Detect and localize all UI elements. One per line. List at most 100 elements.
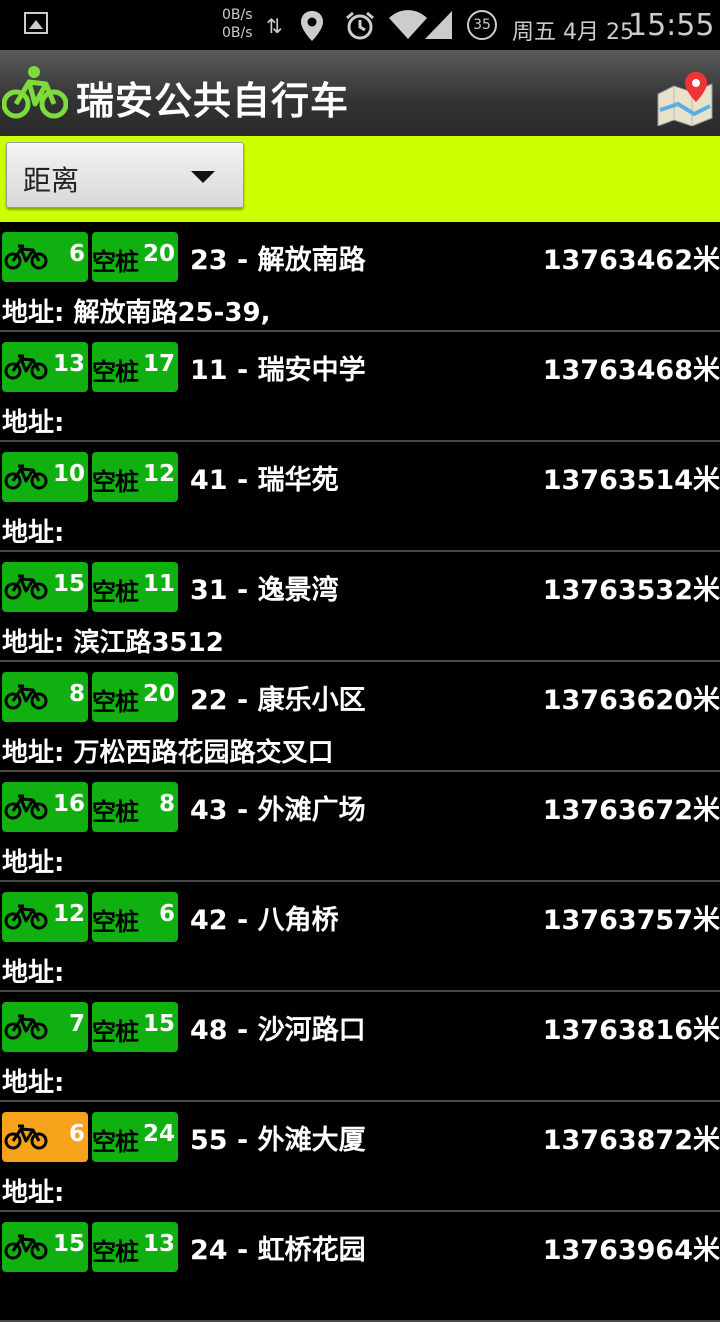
station-row[interactable]: 16 空桩 8 43 - 外滩广场 13763672米 地址:: [0, 772, 720, 882]
station-distance: 13763757米: [542, 905, 720, 936]
docks-available-badge: 空桩 24: [92, 1112, 178, 1162]
docks-available-badge: 空桩 13: [92, 1222, 178, 1272]
docks-available-badge: 空桩 12: [92, 452, 178, 502]
bikes-available-badge: 15: [2, 562, 88, 612]
station-row[interactable]: 13 空桩 17 11 - 瑞安中学 13763468米 地址:: [0, 332, 720, 442]
station-name: 55 - 外滩大厦: [190, 1125, 366, 1156]
station-row[interactable]: 6 空桩 20 23 - 解放南路 13763462米 地址: 解放南路25-3…: [0, 222, 720, 332]
station-name: 42 - 八角桥: [190, 905, 339, 936]
bicycle-icon: [4, 244, 48, 270]
net-up: 0B/s: [222, 7, 253, 23]
bikes-available-badge: 10: [2, 452, 88, 502]
bikes-count: 13: [52, 351, 85, 377]
wifi-icon: [389, 10, 427, 39]
dock-label: 空桩: [92, 1128, 139, 1156]
app-title: 瑞安公共自行车: [76, 79, 350, 123]
bikes-count: 8: [68, 681, 85, 707]
bicycle-icon: [4, 684, 48, 710]
sort-dropdown-value: 距离: [23, 164, 80, 197]
docks-count: 6: [158, 901, 175, 927]
docks-count: 13: [142, 1231, 175, 1257]
bikes-count: 16: [52, 791, 85, 817]
battery-icon: 35: [467, 10, 497, 40]
map-pin-icon[interactable]: [654, 70, 716, 126]
station-distance: 13763468米: [542, 355, 720, 386]
bicycle-icon[interactable]: [2, 64, 68, 122]
bikes-count: 6: [68, 1121, 85, 1147]
station-name: 22 - 康乐小区: [190, 685, 366, 716]
docks-available-badge: 空桩 20: [92, 672, 178, 722]
bikes-available-badge: 6: [2, 232, 88, 282]
station-address: 地址: 解放南路25-39,: [2, 298, 271, 328]
docks-count: 24: [142, 1121, 175, 1147]
bikes-count: 7: [68, 1011, 85, 1037]
signal-icon: [425, 11, 452, 39]
bicycle-icon: [4, 904, 48, 930]
dock-label: 空桩: [92, 688, 139, 716]
station-name: 24 - 虹桥花园: [190, 1235, 366, 1266]
filter-bar: 距离: [0, 136, 720, 222]
alarm-icon: [346, 11, 374, 40]
location-icon: [301, 11, 323, 41]
station-distance: 13763816米: [542, 1015, 720, 1046]
dock-label: 空桩: [92, 798, 139, 826]
station-address: 地址:: [2, 848, 65, 878]
station-name: 31 - 逸景湾: [190, 575, 339, 606]
docks-count: 20: [142, 681, 175, 707]
bicycle-icon: [4, 1014, 48, 1040]
docks-count: 15: [142, 1011, 175, 1037]
bikes-available-badge: 13: [2, 342, 88, 392]
docks-available-badge: 空桩 15: [92, 1002, 178, 1052]
station-distance: 13763462米: [542, 245, 720, 276]
docks-count: 11: [142, 571, 175, 597]
station-distance: 13763514米: [542, 465, 720, 496]
docks-available-badge: 空桩 8: [92, 782, 178, 832]
station-address: 地址:: [2, 958, 65, 988]
dock-label: 空桩: [92, 578, 139, 606]
dock-label: 空桩: [92, 248, 139, 276]
station-row[interactable]: 15 空桩 13 24 - 虹桥花园 13763964米: [0, 1212, 720, 1322]
dock-label: 空桩: [92, 1238, 139, 1266]
station-row[interactable]: 7 空桩 15 48 - 沙河路口 13763816米 地址:: [0, 992, 720, 1102]
station-name: 23 - 解放南路: [190, 245, 366, 276]
station-address: 地址: 滨江路3512: [2, 628, 224, 658]
station-name: 41 - 瑞华苑: [190, 465, 339, 496]
station-distance: 13763872米: [542, 1125, 720, 1156]
docks-available-badge: 空桩 11: [92, 562, 178, 612]
station-distance: 13763532米: [542, 575, 720, 606]
dock-label: 空桩: [92, 908, 139, 936]
bikes-available-badge: 16: [2, 782, 88, 832]
bicycle-icon: [4, 1234, 48, 1260]
bikes-count: 15: [52, 1231, 85, 1257]
station-row[interactable]: 6 空桩 24 55 - 外滩大厦 13763872米 地址:: [0, 1102, 720, 1212]
action-bar: 瑞安公共自行车: [0, 50, 720, 136]
bikes-count: 15: [52, 571, 85, 597]
station-address: 地址:: [2, 1068, 65, 1098]
station-address: 地址:: [2, 518, 65, 548]
docks-count: 12: [142, 461, 175, 487]
station-distance: 13763964米: [542, 1235, 720, 1266]
station-distance: 13763672米: [542, 795, 720, 826]
station-list[interactable]: 6 空桩 20 23 - 解放南路 13763462米 地址: 解放南路25-3…: [0, 222, 720, 1322]
docks-count: 8: [158, 791, 175, 817]
dock-label: 空桩: [92, 1018, 139, 1046]
station-distance: 13763620米: [542, 685, 720, 716]
bikes-available-badge: 15: [2, 1222, 88, 1272]
sort-dropdown[interactable]: 距离: [6, 142, 244, 208]
bicycle-icon: [4, 354, 48, 380]
bicycle-icon: [4, 794, 48, 820]
bikes-count: 6: [68, 241, 85, 267]
station-row[interactable]: 10 空桩 12 41 - 瑞华苑 13763514米 地址:: [0, 442, 720, 552]
station-row[interactable]: 8 空桩 20 22 - 康乐小区 13763620米 地址: 万松西路花园路交…: [0, 662, 720, 772]
net-down: 0B/s: [222, 25, 253, 41]
bikes-available-badge: 12: [2, 892, 88, 942]
bikes-available-badge: 6: [2, 1112, 88, 1162]
station-row[interactable]: 12 空桩 6 42 - 八角桥 13763757米 地址:: [0, 882, 720, 992]
status-bar: 0B/s 0B/s ⇅ 35 周五 4月 25 15:55: [0, 0, 720, 50]
docks-available-badge: 空桩 6: [92, 892, 178, 942]
bicycle-icon: [4, 1124, 48, 1150]
dock-label: 空桩: [92, 358, 139, 386]
station-row[interactable]: 15 空桩 11 31 - 逸景湾 13763532米 地址: 滨江路3512: [0, 552, 720, 662]
network-speed: 0B/s 0B/s: [222, 6, 253, 42]
station-address: 地址:: [2, 408, 65, 438]
